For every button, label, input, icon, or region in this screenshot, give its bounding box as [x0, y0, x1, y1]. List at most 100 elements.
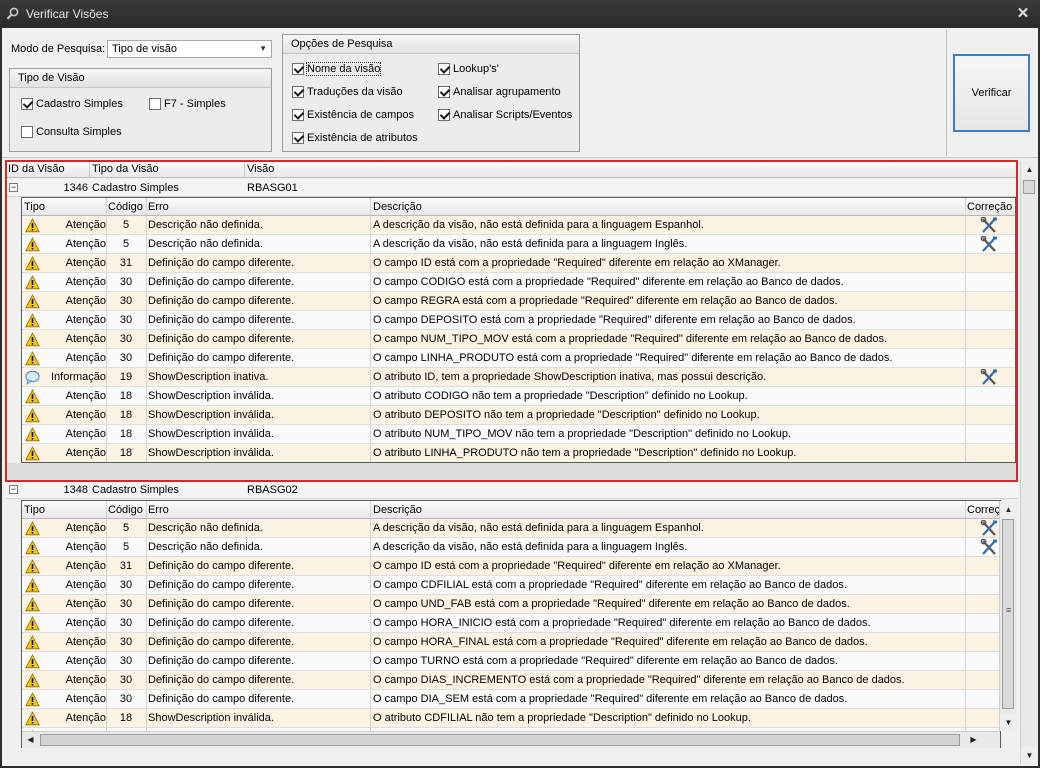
detail-col-3[interactable]: Descrição [373, 504, 422, 516]
row-codigo: 5 [122, 522, 130, 534]
detail-col-1[interactable]: Código [108, 504, 143, 516]
table-row[interactable]: Atenção 18 ShowDescription inválida. O atri… [22, 425, 1015, 444]
warning-icon [25, 521, 40, 536]
master-row[interactable]: − 1346 Cadastro Simples RBASG01 [6, 179, 1018, 197]
row-erro: Definição do campo diferente. [148, 655, 295, 667]
table-row[interactable]: Atenção 30 Definição do campo diferente. O … [22, 690, 1000, 709]
detail-col-0[interactable]: Tipo [24, 504, 45, 516]
checkbox-existencia-campos[interactable]: Existência de campos [292, 109, 414, 121]
table-row[interactable]: Informação 19 ShowDescription inativa. O at… [22, 368, 1015, 387]
row-erro: ShowDescription inválida. [148, 447, 274, 459]
detail-vertical-scrollbar[interactable]: ▲ ≡ ▼ [999, 501, 1017, 731]
detail-col-2[interactable]: Erro [148, 504, 169, 516]
detail-col-3[interactable]: Descrição [373, 201, 422, 213]
detail-col-4[interactable]: Correção [967, 201, 1012, 213]
scroll-thumb[interactable] [1023, 180, 1035, 194]
table-row[interactable]: Atenção 30 Definição do campo diferente. O … [22, 311, 1015, 330]
scroll-right-arrow-icon[interactable]: ▶ [965, 732, 982, 748]
table-row[interactable]: Atenção 30 Definição do campo diferente. O … [22, 292, 1015, 311]
detail-header: Tipo Código Erro Descrição Correção [22, 198, 1015, 216]
table-row[interactable]: Atenção 30 Definição do campo diferente. O … [22, 614, 1000, 633]
detail-col-4[interactable]: Correção [967, 504, 1000, 516]
row-codigo: 31 [119, 560, 133, 572]
table-row[interactable]: Atenção 5 Descrição não definida. A descriç… [22, 538, 1000, 557]
checkbox-nome-visao[interactable]: Nome da visão [292, 62, 382, 76]
table-row[interactable]: Atenção 5 Descrição não definida. A descriç… [22, 519, 1000, 538]
master-row[interactable]: − 1348 Cadastro Simples RBASG02 [6, 481, 1018, 499]
search-mode-value: Tipo de visão [112, 43, 178, 55]
col-tipo-visao[interactable]: Tipo da Visão [92, 163, 159, 175]
scroll-down-arrow-icon[interactable]: ▼ [1000, 714, 1017, 731]
table-row[interactable]: Atenção 18 ShowDescription inválida. O atri… [22, 406, 1015, 425]
row-codigo: 30 [119, 295, 133, 307]
row-erro: Definição do campo diferente. [148, 636, 295, 648]
table-row[interactable]: Atenção 30 Definição do campo diferente. O … [22, 273, 1015, 292]
row-descricao: O campo CDFILIAL está com a propriedade … [373, 579, 847, 591]
checkbox-cadastro-simples[interactable]: Cadastro Simples [21, 98, 123, 110]
tools-fix-icon[interactable] [980, 217, 998, 234]
row-codigo: 18 [119, 447, 133, 459]
table-row[interactable]: Atenção 5 Descrição não definida. A descriç… [22, 216, 1015, 235]
table-row[interactable]: Atenção 30 Definição do campo diferente. O … [22, 330, 1015, 349]
col-visao[interactable]: Visão [247, 163, 274, 175]
warning-icon [25, 389, 40, 404]
table-row[interactable]: Atenção 30 Definição do campo diferente. O … [22, 652, 1000, 671]
checkbox-consulta-simples[interactable]: Consulta Simples [21, 126, 122, 138]
dropdown-arrow-icon: ▼ [259, 44, 267, 53]
collapse-icon[interactable]: − [9, 485, 18, 494]
row-tipo: Atenção [65, 712, 106, 724]
detail-col-2[interactable]: Erro [148, 201, 169, 213]
warning-icon [25, 578, 40, 593]
checkbox-analisar-scripts[interactable]: Analisar Scripts/Eventos [438, 109, 572, 121]
table-row[interactable]: Atenção 30 Definição do campo diferente. O … [22, 595, 1000, 614]
checkbox-traducoes-visao[interactable]: Traduções da visão [292, 86, 403, 98]
scroll-up-arrow-icon[interactable]: ▲ [1021, 161, 1038, 178]
checkbox-existencia-atributos[interactable]: Existência de atributos [292, 132, 418, 144]
scroll-up-arrow-icon[interactable]: ▲ [1000, 501, 1017, 518]
tools-fix-icon[interactable] [980, 520, 998, 537]
table-row[interactable]: Atenção 5 Descrição não definida. A descriç… [22, 235, 1015, 254]
checkbox-f7-simples[interactable]: F7 - Simples [149, 98, 226, 110]
row-descricao: O campo LINHA_PRODUTO está com a proprie… [373, 352, 893, 364]
table-row[interactable]: Atenção 18 ShowDescription inválida. O atri… [22, 444, 1015, 462]
detail-col-1[interactable]: Código [108, 201, 143, 213]
table-row[interactable]: Atenção 30 Definição do campo diferente. O … [22, 349, 1015, 368]
scroll-down-arrow-icon[interactable]: ▼ [1021, 747, 1038, 764]
col-id-visao[interactable]: ID da Visão [8, 163, 65, 175]
row-codigo: 30 [119, 636, 133, 648]
row-erro: Definição do campo diferente. [148, 560, 295, 572]
table-row[interactable]: Atenção 18 ShowDescription inválida. O atri… [22, 709, 1000, 728]
visao-nome: RBASG02 [247, 484, 298, 496]
row-tipo: Atenção [65, 219, 106, 231]
checkbox-lookups[interactable]: Lookup's' [438, 63, 499, 75]
row-codigo: 5 [122, 541, 130, 553]
collapse-icon[interactable]: − [9, 183, 18, 192]
row-codigo: 30 [119, 352, 133, 364]
close-button[interactable]: ✕ [1014, 5, 1032, 23]
detail-horizontal-scrollbar[interactable]: ◀ ▶ [22, 731, 1000, 748]
table-row[interactable]: Atenção 18 ShowDescription inválida. O atri… [22, 387, 1015, 406]
divider [946, 30, 947, 156]
table-row[interactable]: Atenção 30 Definição do campo diferente. O … [22, 633, 1000, 652]
tools-fix-icon[interactable] [980, 539, 998, 556]
row-erro: Definição do campo diferente. [148, 579, 295, 591]
scroll-thumb[interactable]: ≡ [1002, 519, 1014, 709]
detail-col-0[interactable]: Tipo [24, 201, 45, 213]
tools-fix-icon[interactable] [980, 236, 998, 253]
row-descricao: O atributo LINHA_PRODUTO não tem a propr… [373, 447, 797, 459]
row-descricao: O campo CODIGO está com a propriedade "R… [373, 276, 844, 288]
table-row[interactable]: Atenção 30 Definição do campo diferente. O … [22, 671, 1000, 690]
row-codigo: 5 [122, 238, 130, 250]
checkbox-analisar-agrupamento[interactable]: Analisar agrupamento [438, 86, 561, 98]
scroll-thumb[interactable] [40, 734, 960, 746]
search-mode-select[interactable]: Tipo de visão ▼ [107, 40, 272, 58]
table-row[interactable]: Atenção 31 Definição do campo diferente. O … [22, 254, 1015, 273]
grid-vertical-scrollbar[interactable]: ▲ ▼ [1020, 161, 1038, 764]
verificar-button[interactable]: Verificar [953, 54, 1030, 132]
warning-icon [25, 408, 40, 423]
table-row[interactable]: Atenção 30 Definição do campo diferente. O … [22, 576, 1000, 595]
tools-fix-icon[interactable] [980, 369, 998, 386]
row-tipo: Atenção [65, 409, 106, 421]
scroll-left-arrow-icon[interactable]: ◀ [22, 732, 39, 748]
table-row[interactable]: Atenção 31 Definição do campo diferente. O … [22, 557, 1000, 576]
